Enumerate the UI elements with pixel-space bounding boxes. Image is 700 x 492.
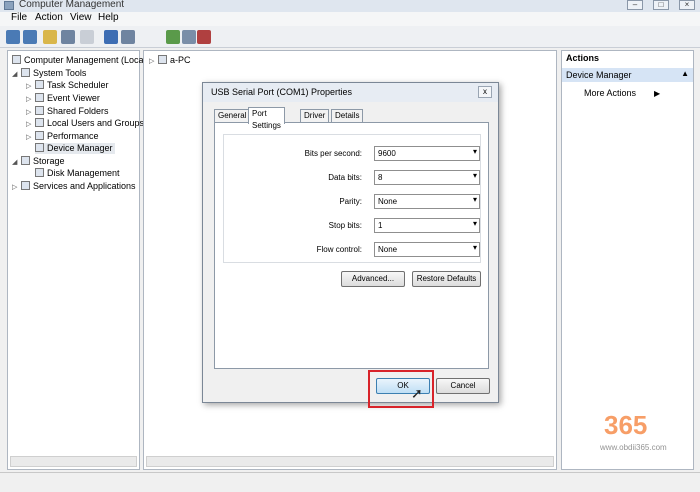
tree-item-event-viewer[interactable]: ▷ Event Viewer	[26, 93, 100, 105]
parity-label: Parity:	[339, 197, 362, 206]
dropdown-arrow-icon: ▾	[472, 219, 477, 228]
maximize-button[interactable]: □	[653, 0, 669, 10]
actions-header: Actions	[562, 51, 693, 65]
clock-icon	[35, 80, 44, 89]
watermark-url: www.obdii365.com	[600, 443, 667, 452]
tools-icon	[21, 68, 30, 77]
data-bits-label: Data bits:	[328, 173, 362, 182]
dropdown-arrow-icon: ▾	[472, 147, 477, 156]
dropdown-arrow-icon: ▾	[472, 171, 477, 180]
mouse-cursor-icon: ➚	[411, 385, 423, 401]
collapse-icon: ▲	[681, 69, 689, 78]
tree-item-system-tools[interactable]: ◢ System Tools	[12, 68, 86, 80]
close-window-button[interactable]: ×	[679, 0, 695, 10]
cancel-button[interactable]: Cancel	[436, 378, 490, 394]
watermark-logo: 365	[604, 410, 648, 440]
disk-icon	[35, 168, 44, 177]
tree-item-computer-management[interactable]: Computer Management (Local	[12, 55, 146, 66]
stop-bits-select[interactable]: 1 ▾	[374, 218, 480, 233]
performance-icon	[35, 131, 44, 140]
folder-icon	[35, 106, 44, 115]
flow-control-label: Flow control:	[316, 245, 362, 254]
show-hide-tree-icon[interactable]	[61, 30, 75, 44]
tree-item-storage[interactable]: ◢ Storage	[12, 156, 65, 168]
computer-management-icon	[4, 1, 14, 10]
menu-action[interactable]: Action	[35, 12, 63, 23]
window-title: Computer Management	[19, 0, 125, 10]
more-actions-link[interactable]: More Actions ▶	[584, 88, 660, 98]
bits-per-second-select[interactable]: 9600 ▾	[374, 146, 480, 161]
navigation-tree: Computer Management (Local ◢ System Tools…	[7, 50, 146, 470]
scan-hardware-icon[interactable]	[166, 30, 180, 44]
tab-driver[interactable]: Driver	[300, 109, 330, 123]
actions-section-device-manager[interactable]: Device Manager ▲	[562, 68, 693, 82]
status-bar	[0, 472, 700, 492]
storage-icon	[21, 156, 30, 165]
back-icon[interactable]	[6, 30, 20, 44]
computer-icon	[12, 55, 21, 64]
bits-per-second-label: Bits per second:	[304, 149, 362, 158]
update-driver-icon[interactable]	[182, 30, 196, 44]
menu-view[interactable]: View	[70, 12, 92, 23]
toolbar	[0, 26, 700, 48]
dropdown-arrow-icon: ▾	[472, 243, 477, 252]
services-icon	[21, 181, 30, 190]
help-icon[interactable]	[104, 30, 118, 44]
tree-item-device-manager[interactable]: Device Manager	[35, 143, 115, 154]
properties-dialog: USB Serial Port (COM1) Properties x Gene…	[202, 82, 499, 403]
tab-port-settings[interactable]: Port Settings	[248, 107, 285, 130]
flow-control-select[interactable]: None ▾	[374, 242, 480, 257]
advanced-button[interactable]: Advanced...	[341, 271, 405, 287]
parity-select[interactable]: None ▾	[374, 194, 480, 209]
tree-horizontal-scrollbar[interactable]	[10, 456, 137, 467]
minimize-button[interactable]: –	[627, 0, 643, 10]
menu-file[interactable]: File	[11, 12, 27, 23]
menu-bar: File Action View Help	[0, 12, 700, 26]
title-bar: Computer Management – □ ×	[0, 0, 700, 12]
stop-bits-label: Stop bits:	[328, 221, 362, 230]
device-manager-icon	[35, 143, 44, 152]
expand-arrow-icon: ▶	[654, 89, 661, 98]
tree-item-services[interactable]: ▷ Services and Applications	[12, 181, 136, 193]
computer-icon	[158, 55, 167, 64]
device-tree-root[interactable]: ▷ a-PC	[149, 55, 191, 67]
data-bits-select[interactable]: 8 ▾	[374, 170, 480, 185]
tab-details[interactable]: Details	[331, 109, 364, 123]
tree-item-local-users[interactable]: ▷ Local Users and Groups	[26, 118, 144, 130]
dialog-close-button[interactable]: x	[478, 86, 492, 98]
actions-pane: Actions Device Manager ▲ More Actions ▶	[561, 50, 694, 470]
tab-general[interactable]: General	[214, 109, 251, 123]
dialog-title: USB Serial Port (COM1) Properties	[211, 87, 353, 97]
tree-item-shared-folders[interactable]: ▷ Shared Folders	[26, 106, 109, 118]
forward-icon[interactable]	[23, 30, 37, 44]
menu-help[interactable]: Help	[98, 12, 119, 23]
properties-icon[interactable]	[80, 30, 94, 44]
port-settings-panel: Bits per second: 9600 ▾ Data bits: 8 ▾ Par…	[214, 122, 489, 369]
dropdown-arrow-icon: ▾	[472, 195, 477, 204]
ok-button-highlight	[368, 370, 434, 408]
tree-item-disk-management[interactable]: Disk Management	[35, 168, 120, 179]
uninstall-icon[interactable]	[197, 30, 211, 44]
port-settings-group: Bits per second: 9600 ▾ Data bits: 8 ▾ Par…	[223, 134, 481, 263]
tree-item-performance[interactable]: ▷ Performance	[26, 131, 99, 143]
tree-item-task-scheduler[interactable]: ▷ Task Scheduler	[26, 80, 109, 92]
event-viewer-icon	[35, 93, 44, 102]
restore-defaults-button[interactable]: Restore Defaults	[412, 271, 481, 287]
show-hide-action-pane-icon[interactable]	[121, 30, 135, 44]
users-icon	[35, 118, 44, 127]
dialog-title-bar: USB Serial Port (COM1) Properties x	[203, 83, 498, 102]
up-folder-icon[interactable]	[43, 30, 57, 44]
center-horizontal-scrollbar[interactable]	[146, 456, 554, 467]
